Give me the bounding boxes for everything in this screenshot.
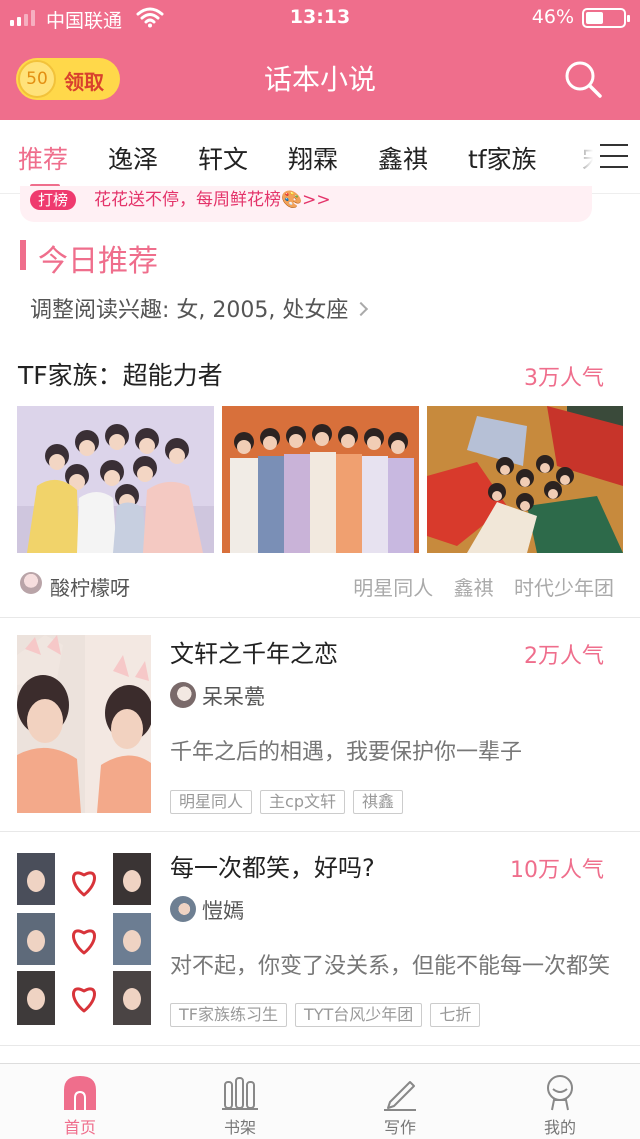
- battery-percent: 46%: [531, 6, 574, 28]
- tag[interactable]: 时代少年团: [514, 576, 614, 600]
- feature-popularity: 3万人气: [524, 366, 604, 391]
- search-icon[interactable]: [562, 58, 604, 100]
- story-popularity: 10万人气: [510, 858, 604, 883]
- story-cover-1[interactable]: [17, 635, 151, 813]
- battery-icon: [582, 8, 630, 28]
- tag[interactable]: TYT台风少年团: [294, 1003, 423, 1027]
- home-icon: [64, 1076, 96, 1110]
- tag[interactable]: 明星同人: [353, 576, 433, 600]
- bookshelf-icon: [222, 1077, 258, 1110]
- nav-profile[interactable]: 我的: [520, 1072, 600, 1138]
- chevron-right-icon: [354, 301, 369, 317]
- nav-profile-label: 我的: [543, 1118, 576, 1137]
- tag[interactable]: 鑫祺: [454, 576, 494, 600]
- story-description: 千年之后的相遇，我要保护你一辈子: [170, 740, 523, 765]
- nav-write[interactable]: 写作: [360, 1072, 440, 1138]
- feature-image-2[interactable]: [222, 406, 419, 553]
- status-bar: 中国联通 13:13 46%: [0, 0, 640, 36]
- banner-badge: 打榜: [30, 190, 77, 210]
- feature-image-1[interactable]: [17, 406, 214, 553]
- story-description: 对不起，你变了没关系，但能不能每一次都笑: [170, 954, 610, 979]
- feature-image-3[interactable]: [427, 406, 623, 553]
- feature-tags: 明星同人 鑫祺 时代少年团: [339, 572, 614, 601]
- tag[interactable]: 祺鑫: [352, 790, 403, 814]
- divider: [0, 831, 640, 832]
- app-header: 中国联通 13:13 46% 50 领取 话本小说: [0, 0, 640, 120]
- group-photo-lying-circle: [427, 406, 623, 553]
- tag[interactable]: 七折: [430, 1003, 481, 1027]
- story-popularity: 2万人气: [524, 644, 604, 669]
- nav-bookshelf-label: 书架: [223, 1118, 256, 1137]
- reading-preference-text: 调整阅读兴趣: 女, 2005, 处女座: [30, 298, 349, 323]
- story-cover-2[interactable]: [17, 853, 151, 1025]
- nav-bookshelf[interactable]: 书架: [200, 1072, 280, 1138]
- tag[interactable]: 主cp文轩: [260, 790, 345, 814]
- group-photo-orange: [222, 406, 419, 553]
- story-tags: 明星同人 主cp文轩 祺鑫: [170, 790, 403, 814]
- author-avatar[interactable]: [170, 896, 196, 922]
- feature-title[interactable]: TF家族：超能力者: [18, 356, 223, 392]
- tab-recommend[interactable]: 推荐: [18, 140, 68, 176]
- reading-preference-link[interactable]: 调整阅读兴趣: 女, 2005, 处女座: [30, 292, 369, 324]
- section-marker: [20, 240, 26, 270]
- group-photo-pastel: [17, 406, 214, 553]
- story-title[interactable]: 每一次都笑，好吗?: [170, 848, 375, 883]
- author-avatar[interactable]: [170, 682, 196, 708]
- nav-home[interactable]: 首页: [40, 1072, 120, 1138]
- promo-banner[interactable]: 打榜 花花送不停，每周鲜花榜🎨>>: [20, 186, 592, 222]
- tab-yize[interactable]: 逸泽: [108, 140, 158, 176]
- nav-write-label: 写作: [383, 1118, 416, 1137]
- cover-art-photo-grid: [17, 853, 151, 1025]
- menu-icon[interactable]: [600, 144, 628, 170]
- tag[interactable]: 明星同人: [170, 790, 253, 814]
- bottom-nav: 首页 书架 写作 我的: [0, 1063, 640, 1139]
- divider: [0, 617, 640, 618]
- pen-icon: [384, 1081, 416, 1111]
- banner-text: 花花送不停，每周鲜花榜🎨>>: [94, 190, 331, 210]
- story-tags: TF家族练习生 TYT台风少年团 七折: [170, 1003, 481, 1027]
- section-title: 今日推荐: [38, 244, 158, 279]
- feature-author[interactable]: 酸柠檬呀: [50, 572, 130, 601]
- tab-xinqi[interactable]: 鑫祺: [378, 140, 428, 176]
- tag[interactable]: TF家族练习生: [170, 1003, 287, 1027]
- story-title[interactable]: 文轩之千年之恋: [170, 634, 338, 669]
- profile-icon: [547, 1075, 573, 1111]
- nav-home-label: 首页: [63, 1118, 96, 1137]
- tab-tf-family[interactable]: tf家族: [468, 140, 537, 176]
- battery-level: [586, 12, 603, 24]
- divider: [0, 1045, 640, 1046]
- story-author[interactable]: 愷嫣: [202, 895, 244, 925]
- page-title: 话本小说: [263, 63, 376, 96]
- category-tabs: 推荐 逸泽 轩文 翔霖 鑫祺 tf家族 宋: [0, 120, 640, 194]
- tab-xianglin[interactable]: 翔霖: [288, 140, 338, 176]
- author-avatar[interactable]: [20, 572, 42, 594]
- story-author[interactable]: 呆呆甍: [202, 681, 265, 711]
- cover-art-two-boys: [17, 635, 151, 813]
- tab-xuanwen[interactable]: 轩文: [198, 140, 248, 176]
